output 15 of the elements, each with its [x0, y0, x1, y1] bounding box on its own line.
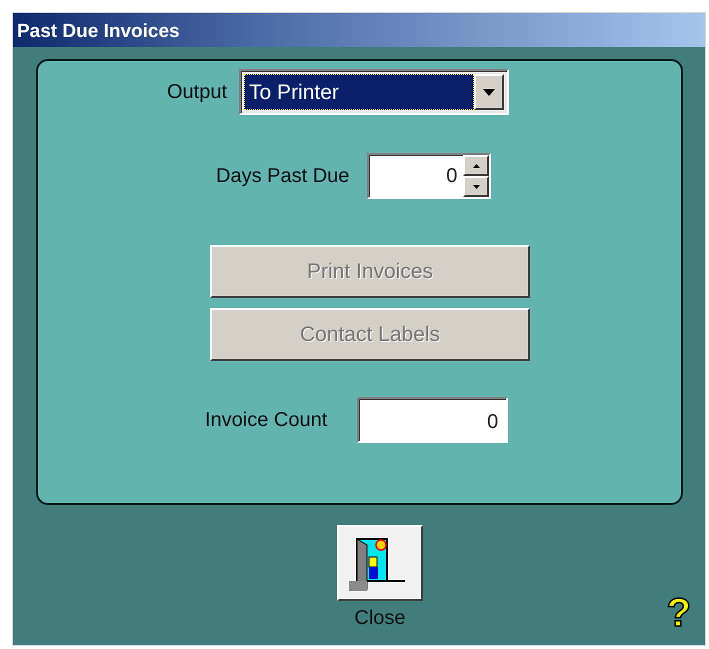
caret-icon [483, 88, 496, 96]
invoice-count-label: Invoice Count [205, 408, 328, 433]
help-icon[interactable]: ? [666, 593, 691, 633]
down-arrow-icon [472, 184, 480, 188]
output-dropdown[interactable]: To Printer [239, 69, 510, 115]
invoice-count-field: 0 [357, 397, 508, 443]
window-title: Past Due Invoices [13, 13, 705, 47]
output-label: Output [167, 80, 228, 105]
close-button[interactable] [337, 525, 423, 601]
close-label: Close [354, 606, 406, 631]
spin-down-button[interactable] [463, 176, 490, 197]
days-label: Days Past Due [216, 164, 350, 189]
up-arrow-icon [472, 164, 480, 168]
spin-up-button[interactable] [463, 155, 490, 176]
days-spinner[interactable]: 0 [367, 153, 492, 199]
